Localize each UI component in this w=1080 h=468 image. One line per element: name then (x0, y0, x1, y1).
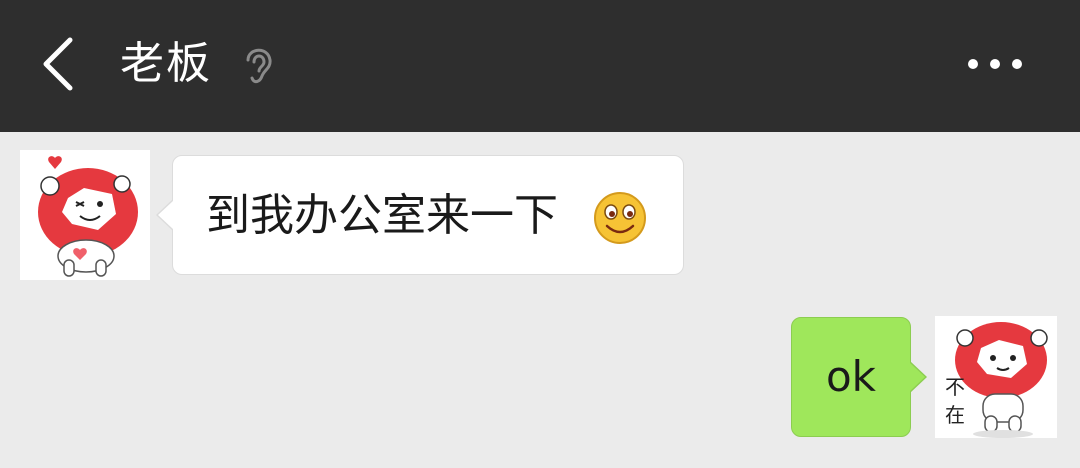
outgoing-message-text: ok (825, 352, 877, 401)
smiley-icon (594, 192, 646, 244)
mushroom-not-here-sticker-avatar: 不 在 (945, 322, 1048, 438)
ear-icon (246, 48, 272, 84)
incoming-message-text: 到我办公室来一下 (206, 190, 558, 241)
incoming-message-bubble[interactable]: 到我办公室来一下 (156, 155, 684, 275)
more-dot (968, 59, 978, 69)
outgoing-message-bubble[interactable]: ok (791, 317, 927, 437)
more-dot (1012, 59, 1022, 69)
more-button[interactable] (960, 46, 1030, 82)
sticker-caption-char: 不 (945, 375, 965, 399)
chat-title: 老板 (120, 38, 212, 89)
self-avatar[interactable]: 不 在 (935, 316, 1057, 438)
mushroom-heart-sticker-avatar (38, 156, 138, 277)
sticker-caption-char: 在 (945, 403, 965, 427)
chat-header: 老板 (0, 0, 1080, 132)
back-button[interactable] (28, 32, 88, 96)
more-dot (990, 59, 1000, 69)
sender-avatar[interactable] (20, 150, 150, 280)
back-chevron-icon (43, 37, 73, 91)
